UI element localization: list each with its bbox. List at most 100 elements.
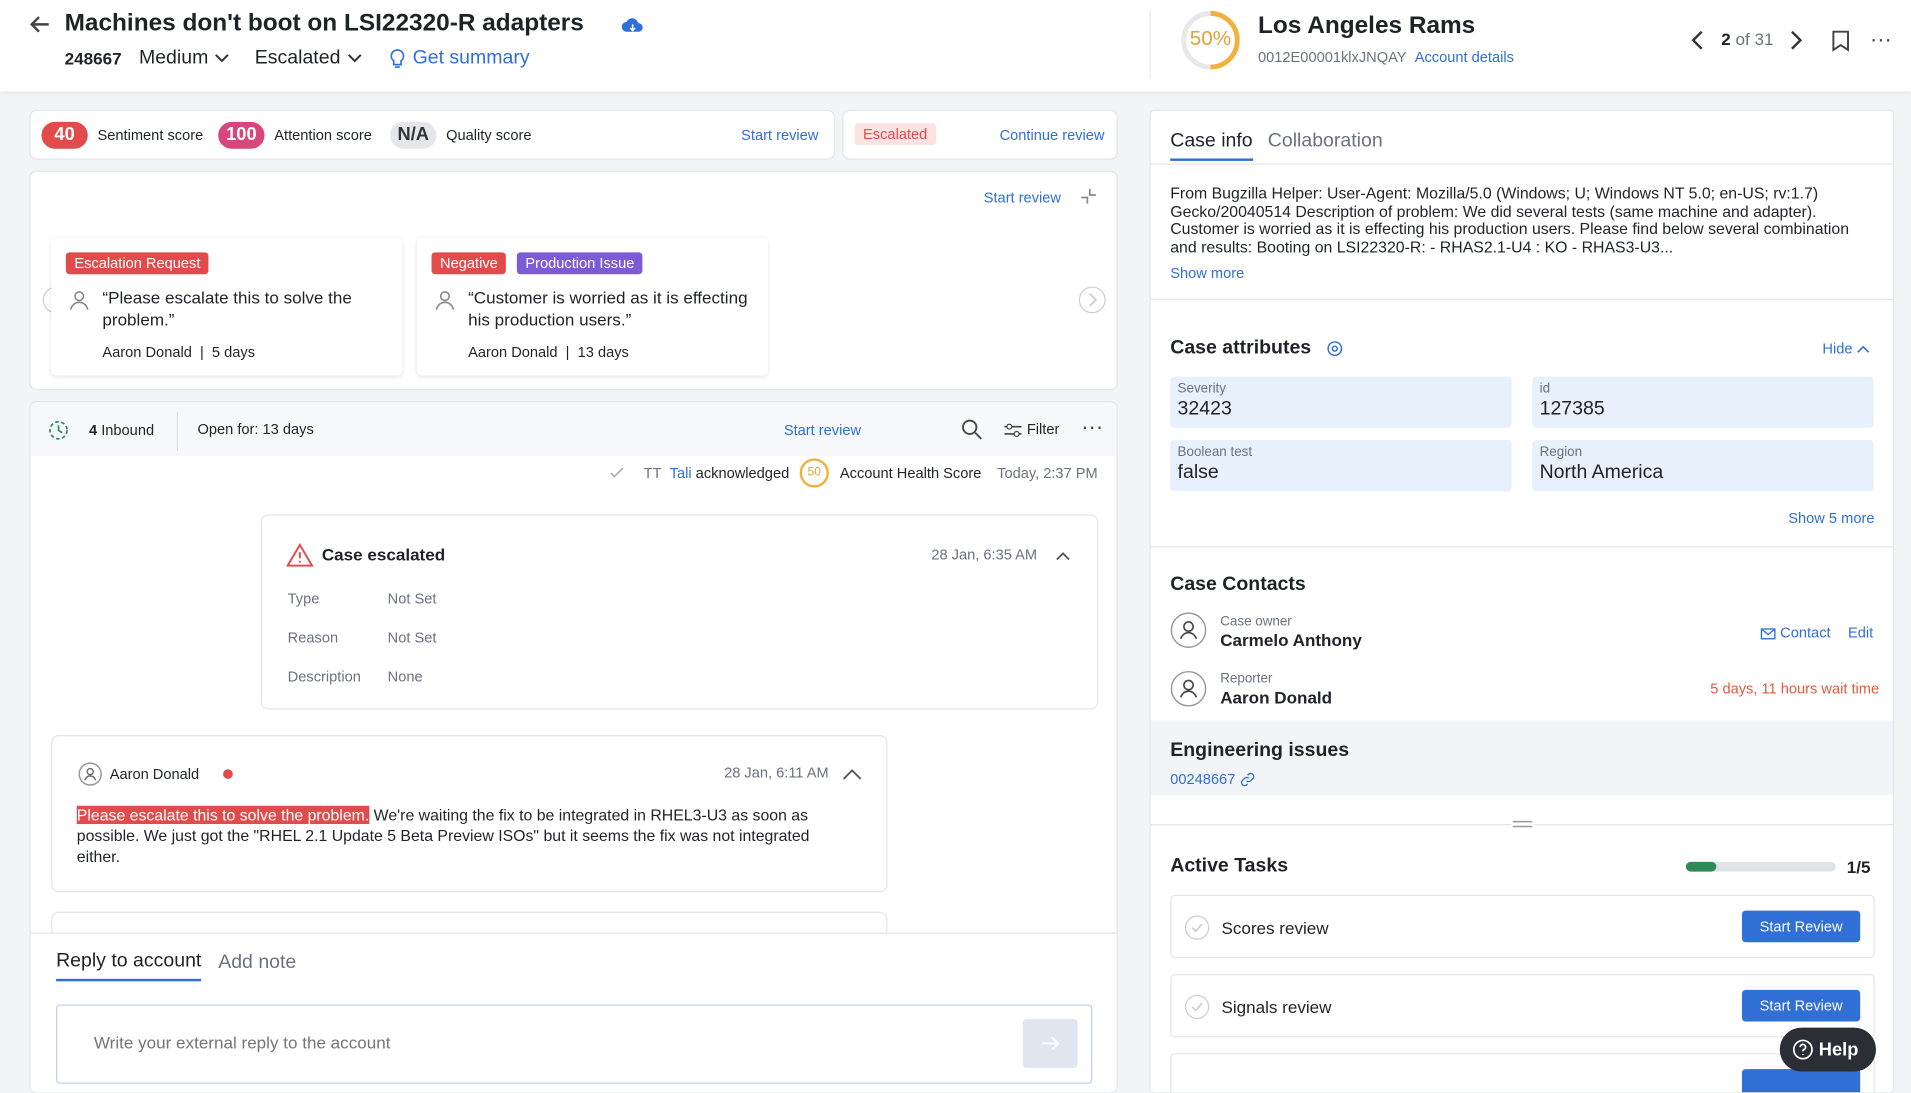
filter-button[interactable]: Filter — [1003, 421, 1059, 438]
top-bar: Machines don't boot on LSI22320-R adapte… — [0, 0, 1911, 92]
check-icon — [610, 467, 624, 478]
timeline-panel: 4 Inbound Open for: 13 days Start review… — [29, 401, 1118, 1093]
chevron-up-icon[interactable] — [1054, 550, 1071, 562]
timeline-start-review[interactable]: Start review — [784, 422, 861, 439]
active-tasks-title: Active Tasks — [1170, 855, 1289, 877]
highlighted-signal[interactable]: Please escalate this to solve the proble… — [76, 805, 370, 825]
signals-panel: Start review Escalation Request “Please … — [29, 170, 1118, 391]
scores-card: 40 Sentiment score 100 Attention score N… — [29, 109, 836, 160]
ack-score-ring: 50 — [799, 458, 829, 488]
inbound-count: 4 Inbound — [88, 421, 155, 439]
tab-reply-to-account[interactable]: Reply to account — [56, 951, 202, 982]
engineering-issues-title: Engineering issues — [1170, 739, 1350, 761]
tab-case-info[interactable]: Case info — [1170, 130, 1253, 161]
account-details-link[interactable]: Account details — [1415, 49, 1514, 66]
signals-start-review[interactable]: Start review — [984, 189, 1061, 206]
priority-dropdown[interactable]: Medium — [139, 48, 231, 70]
message-card: Aaron Donald 28 Jan, 6:11 AM Please esca… — [51, 735, 888, 893]
mail-icon — [1760, 628, 1776, 640]
reporter-avatar-icon — [1170, 670, 1207, 707]
tab-collaboration[interactable]: Collaboration — [1268, 130, 1383, 152]
tag-production-issue: Production Issue — [516, 252, 643, 275]
signal-card[interactable]: Negative Production Issue “Customer is w… — [416, 237, 768, 376]
case-number: 248667 — [64, 48, 122, 69]
status-dropdown[interactable]: Escalated — [255, 48, 363, 70]
quality-score: N/A — [390, 121, 437, 149]
reply-box: Reply to account Add note — [30, 932, 1117, 1093]
message-body: Please escalate this to solve the proble… — [76, 805, 810, 866]
timeline-more-icon[interactable]: ··· — [1081, 414, 1103, 440]
pager: 2 of 31 — [1721, 29, 1774, 49]
chevron-down-icon — [347, 53, 362, 63]
task-check-icon[interactable] — [1184, 915, 1210, 940]
help-icon — [1792, 1039, 1813, 1060]
owner-avatar-icon — [1170, 612, 1207, 649]
tab-add-note[interactable]: Add note — [218, 952, 296, 974]
wait-time: 5 days, 11 hours wait time — [1710, 680, 1880, 698]
more-icon[interactable]: ··· — [1870, 27, 1892, 53]
show-5-more-link[interactable]: Show 5 more — [1788, 510, 1874, 527]
task-check-icon[interactable] — [1184, 994, 1210, 1020]
chevron-up-icon[interactable] — [841, 767, 863, 782]
chevron-right-icon[interactable] — [1787, 29, 1804, 51]
ack-entry: TT Tali acknowledged — [643, 464, 790, 482]
engineering-issue-link[interactable]: 00248667 — [1170, 770, 1255, 787]
start-review-link[interactable]: Start review — [741, 127, 818, 144]
message-author: Aaron Donald — [109, 765, 200, 783]
user-icon — [69, 291, 89, 310]
cloud-sync-icon[interactable] — [621, 16, 644, 36]
health-score-ring: 50% — [1180, 10, 1241, 71]
bookmark-icon[interactable] — [1831, 29, 1851, 52]
chevron-up-icon — [1857, 345, 1870, 353]
tasks-progress-fill — [1685, 861, 1716, 872]
reporter-name: Aaron Donald — [1220, 687, 1333, 708]
task-item[interactable] — [1170, 1053, 1875, 1093]
start-review-button[interactable]: Start Review — [1741, 910, 1861, 943]
account-name[interactable]: Los Angeles Rams — [1258, 12, 1475, 40]
settings-icon[interactable] — [1326, 340, 1343, 357]
unread-dot — [223, 769, 233, 779]
attribute-severity: Severity 32423 — [1170, 376, 1512, 428]
warning-icon — [286, 542, 314, 567]
reply-input[interactable] — [93, 1032, 972, 1052]
contact-button[interactable]: Contact — [1760, 624, 1831, 641]
timer-icon — [49, 420, 68, 440]
task-item[interactable]: Scores review Start Review — [1170, 894, 1875, 959]
attention-score: 100 — [218, 121, 265, 149]
start-review-button[interactable]: Start Review — [1741, 989, 1861, 1022]
case-description: From Bugzilla Helper: User-Agent: Mozill… — [1170, 185, 1850, 256]
case-owner-name: Carmelo Anthony — [1220, 630, 1362, 650]
start-review-button[interactable] — [1741, 1069, 1861, 1093]
signal-card[interactable]: Escalation Request “Please escalate this… — [51, 237, 403, 376]
hide-attributes-button[interactable]: Hide — [1822, 340, 1870, 357]
link-icon — [1240, 773, 1255, 787]
send-button[interactable] — [1022, 1019, 1078, 1068]
tag-negative: Negative — [431, 252, 507, 275]
right-panel: Case info Collaboration From Bugzilla He… — [1149, 109, 1895, 1093]
back-arrow-icon[interactable] — [28, 12, 52, 36]
search-icon[interactable] — [961, 418, 983, 440]
tasks-count: 1/5 — [1846, 856, 1871, 877]
header-divider — [1149, 9, 1151, 79]
lightbulb-icon — [390, 49, 405, 68]
sentiment-score: 40 — [41, 121, 88, 149]
continue-review-link[interactable]: Continue review — [1000, 127, 1105, 144]
account-id: 0012E00001klxJNQAY Account details — [1258, 48, 1514, 66]
edit-button[interactable]: Edit — [1848, 624, 1873, 641]
chevron-left-icon[interactable] — [1690, 29, 1707, 51]
show-more-link[interactable]: Show more — [1170, 265, 1244, 282]
help-button[interactable]: Help — [1779, 1027, 1877, 1072]
avatar-icon — [78, 762, 102, 786]
get-summary-button[interactable]: Get summary — [388, 48, 530, 70]
user-icon — [435, 291, 455, 310]
attribute-id: id 127385 — [1532, 376, 1874, 428]
case-escalated-card: Case escalated 28 Jan, 6:35 AM Type Not … — [260, 514, 1099, 710]
tasks-progress-bar — [1685, 861, 1836, 872]
filter-icon — [1004, 423, 1022, 437]
resize-handle-icon[interactable] — [1512, 819, 1534, 829]
collapse-icon[interactable] — [1079, 187, 1099, 207]
tag-escalation-request: Escalation Request — [65, 252, 209, 275]
task-item[interactable]: Signals review Start Review — [1170, 973, 1875, 1038]
case-contacts-title: Case Contacts — [1170, 574, 1306, 595]
carousel-next-icon[interactable] — [1078, 286, 1106, 314]
